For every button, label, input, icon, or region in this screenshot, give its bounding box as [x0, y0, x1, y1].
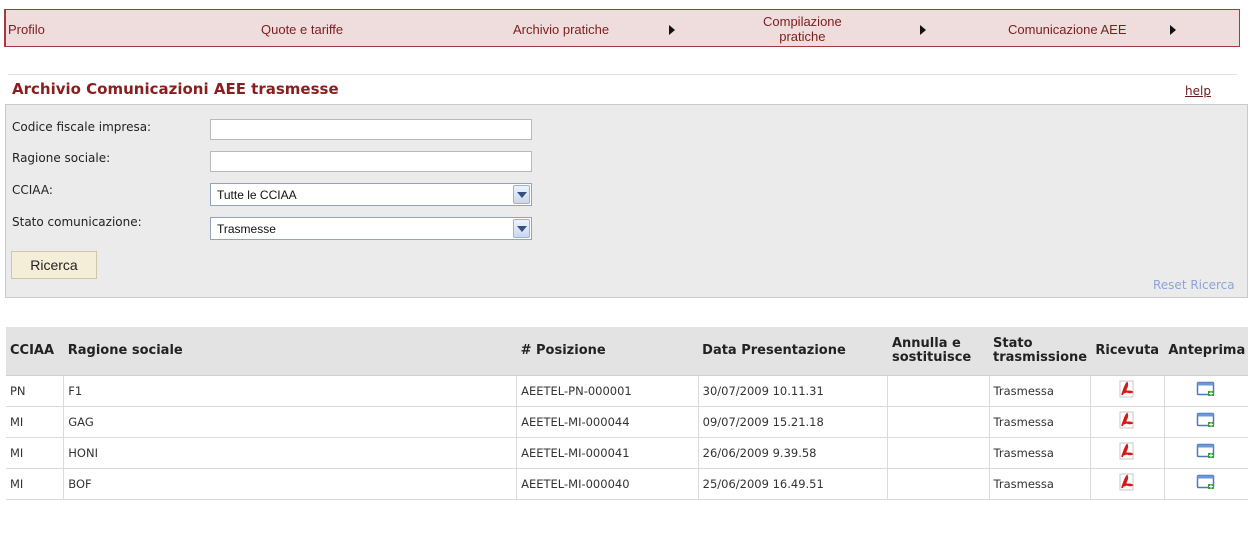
- nav-item-profilo[interactable]: Profilo: [8, 10, 45, 48]
- column-header-data-presentazione[interactable]: Data Presentazione: [698, 327, 888, 376]
- cell-ricevuta: [1090, 406, 1165, 438]
- archivio-arrow-icon[interactable]: [669, 25, 675, 35]
- cell-annulla-sostituisce: [887, 406, 990, 438]
- pdf-icon[interactable]: [1118, 473, 1136, 494]
- cell-posizione: AEETEL-MI-000044: [516, 406, 699, 438]
- top-navigation-bar: Profilo Quote e tariffe Archivio pratich…: [4, 9, 1240, 47]
- header-line: Annulla e: [891, 335, 961, 351]
- chevron-down-icon[interactable]: [513, 219, 530, 238]
- table-row: MI HONI AEETEL-MI-000041 26/06/2009 9.39…: [6, 437, 1248, 469]
- cell-annulla-sostituisce: [887, 468, 990, 500]
- header-line: Stato: [993, 335, 1033, 351]
- nav-item-label: pratiche: [779, 29, 826, 44]
- codice-fiscale-label: Codice fiscale impresa:: [12, 120, 152, 134]
- table-row: MI BOF AEETEL-MI-000040 25/06/2009 16.49…: [6, 468, 1248, 500]
- cell-data-presentazione: 09/07/2009 15.21.18: [698, 406, 889, 438]
- pdf-icon[interactable]: [1118, 442, 1136, 463]
- preview-window-icon[interactable]: [1196, 381, 1216, 400]
- cell-anteprima: [1164, 468, 1248, 500]
- table-row: PN F1 AEETEL-PN-000001 30/07/2009 10.11.…: [6, 375, 1248, 407]
- cell-stato-trasmissione: Trasmessa: [989, 437, 1091, 469]
- comunicazione-arrow-icon[interactable]: [1170, 25, 1176, 35]
- cciaa-label: CCIAA:: [12, 183, 53, 197]
- title-divider: [8, 74, 1237, 75]
- stato-selected-value: Trasmesse: [217, 222, 276, 236]
- cciaa-selected-value: Tutte le CCIAA: [217, 188, 297, 202]
- cell-posizione: AEETEL-MI-000041: [516, 437, 699, 469]
- cell-posizione: AEETEL-PN-000001: [516, 375, 699, 407]
- cell-ragione-sociale: F1: [63, 375, 518, 407]
- cell-stato-trasmissione: Trasmessa: [989, 468, 1091, 500]
- header-line: trasmissione: [993, 349, 1088, 365]
- cell-posizione: AEETEL-MI-000040: [516, 468, 699, 500]
- nav-item-archivio-pratiche[interactable]: Archivio pratiche: [513, 10, 609, 48]
- ragione-sociale-label: Ragione sociale:: [12, 151, 111, 165]
- cell-ragione-sociale: HONI: [63, 437, 518, 469]
- stato-comunicazione-select[interactable]: Trasmesse: [210, 217, 532, 240]
- cell-data-presentazione: 30/07/2009 10.11.31: [698, 375, 889, 407]
- nav-item-comunicazione-aee[interactable]: Comunicazione AEE: [1008, 10, 1127, 48]
- column-header-annulla-sostituisce[interactable]: Annulla e sostituisce: [887, 327, 990, 376]
- cell-annulla-sostituisce: [887, 375, 990, 407]
- compilazione-arrow-icon[interactable]: [920, 25, 926, 35]
- nav-item-label: Profilo: [8, 21, 45, 37]
- nav-item-label: Quote e tariffe: [261, 21, 344, 37]
- cell-annulla-sostituisce: [887, 437, 990, 469]
- pdf-icon[interactable]: [1118, 380, 1136, 401]
- cell-anteprima: [1164, 375, 1248, 407]
- column-header-ragione-sociale[interactable]: Ragione sociale: [63, 327, 517, 376]
- cell-ricevuta: [1090, 437, 1165, 469]
- results-table: CCIAA Ragione sociale # Posizione Data P…: [6, 327, 1248, 500]
- header-line: sostituisce: [891, 349, 972, 365]
- table-header-row: CCIAA Ragione sociale # Posizione Data P…: [6, 327, 1248, 376]
- cell-data-presentazione: 25/06/2009 16.49.51: [698, 468, 889, 500]
- nav-item-label: Comunicazione AEE: [1008, 21, 1127, 37]
- stato-comunicazione-label: Stato comunicazione:: [12, 215, 142, 229]
- pdf-icon[interactable]: [1118, 411, 1136, 432]
- page-title: Archivio Comunicazioni AEE trasmesse: [12, 80, 339, 98]
- cell-data-presentazione: 26/06/2009 9.39.58: [698, 437, 889, 469]
- column-header-stato-trasmissione[interactable]: Stato trasmissione: [989, 327, 1091, 376]
- cell-cciaa: MI: [6, 406, 65, 438]
- cell-anteprima: [1164, 437, 1248, 469]
- reset-ricerca-link[interactable]: Reset Ricerca: [1153, 278, 1235, 292]
- ricerca-button[interactable]: Ricerca: [11, 251, 97, 279]
- cell-ricevuta: [1090, 375, 1165, 407]
- column-header-anteprima: Anteprima: [1164, 327, 1248, 376]
- chevron-down-icon[interactable]: [513, 185, 530, 204]
- nav-item-label: Archivio pratiche: [513, 21, 610, 37]
- nav-item-label: Compilazione: [763, 14, 842, 29]
- preview-window-icon[interactable]: [1196, 443, 1216, 462]
- cell-ragione-sociale: BOF: [63, 468, 518, 500]
- column-header-ricevuta: Ricevuta: [1090, 327, 1165, 376]
- table-row: MI GAG AEETEL-MI-000044 09/07/2009 15.21…: [6, 406, 1248, 438]
- codice-fiscale-input[interactable]: [210, 119, 532, 140]
- preview-window-icon[interactable]: [1196, 412, 1216, 431]
- cell-cciaa: PN: [6, 375, 65, 407]
- cciaa-select[interactable]: Tutte le CCIAA: [210, 183, 532, 206]
- cell-stato-trasmissione: Trasmessa: [989, 375, 1091, 407]
- nav-item-compilazione-pratiche[interactable]: Compilazione pratiche: [763, 10, 842, 48]
- column-header-posizione[interactable]: # Posizione: [516, 327, 699, 376]
- cell-cciaa: MI: [6, 437, 65, 469]
- cell-stato-trasmissione: Trasmessa: [989, 406, 1091, 438]
- cell-ricevuta: [1090, 468, 1165, 500]
- cell-anteprima: [1164, 406, 1248, 438]
- cell-ragione-sociale: GAG: [63, 406, 518, 438]
- nav-item-quote-tariffe[interactable]: Quote e tariffe: [261, 10, 343, 48]
- cell-cciaa: MI: [6, 468, 65, 500]
- search-panel: Codice fiscale impresa: Ragione sociale:…: [5, 104, 1248, 298]
- ragione-sociale-input[interactable]: [210, 151, 532, 172]
- preview-window-icon[interactable]: [1196, 474, 1216, 493]
- help-link[interactable]: help: [1185, 84, 1211, 98]
- column-header-cciaa[interactable]: CCIAA: [6, 327, 64, 376]
